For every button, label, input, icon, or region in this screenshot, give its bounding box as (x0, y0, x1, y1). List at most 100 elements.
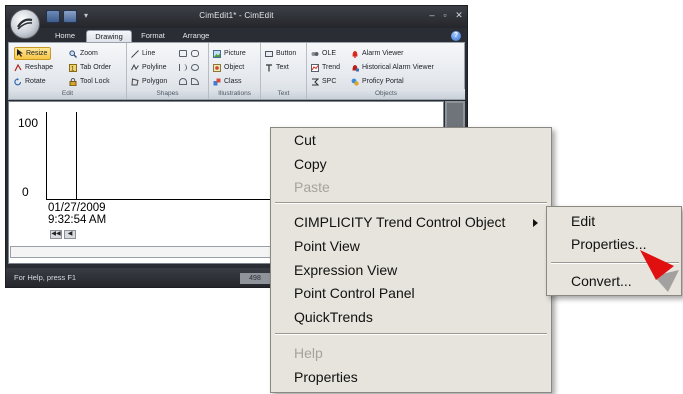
historical-alarm-icon (352, 65, 359, 72)
button-button[interactable]: Button (265, 47, 296, 60)
text-button[interactable]: Text (265, 61, 289, 74)
group-label-text: Text (261, 89, 306, 99)
rotate-label: Rotate (25, 78, 46, 85)
menu-item-copy[interactable]: Copy (294, 156, 327, 172)
chord-icon[interactable] (179, 78, 187, 85)
menu-item-paste: Paste (294, 179, 330, 195)
polygon-button[interactable]: Polygon (131, 75, 167, 88)
menu-separator (275, 333, 547, 335)
ribbon-group-edit: Resize Zoom Reshape 1 Tab Order Rotate T… (9, 43, 127, 99)
alarm-bell-icon (352, 51, 358, 58)
line-label: Line (142, 50, 156, 57)
trend-control-object[interactable]: 100 0 01/27/2009 9:32:54 AM ◀◀ ◀ (16, 110, 286, 245)
zoom-button[interactable]: Zoom (69, 47, 98, 60)
historical-alarm-viewer-label: Historical Alarm Viewer (362, 64, 434, 71)
ole-label: OLE (322, 50, 337, 57)
tab-arrange[interactable]: Arrange (178, 30, 214, 42)
trend-y-max-label: 100 (18, 116, 39, 130)
rectangle-icon[interactable] (179, 50, 187, 57)
tool-lock-button[interactable]: Tool Lock (69, 75, 110, 88)
pie-shape-icon[interactable] (191, 78, 199, 85)
class-label: Class (224, 78, 242, 85)
ribbon-group-objects: OLE Alarm Viewer Trend Historical Alarm … (307, 43, 465, 99)
menu-item-trend-control-object[interactable]: CIMPLICITY Trend Control Object (294, 214, 505, 230)
polyline-icon (131, 64, 139, 71)
trend-chart-icon (311, 64, 319, 72)
minimize-button[interactable]: – (426, 10, 438, 21)
text-tool-icon (266, 64, 272, 72)
magnifier-icon (69, 50, 77, 58)
resize-button[interactable]: Resize (14, 47, 52, 60)
menu-item-point-view[interactable]: Point View (294, 238, 360, 254)
spc-label: SPC (322, 78, 337, 85)
ribbon: Resize Zoom Reshape 1 Tab Order Rotate T… (8, 42, 465, 100)
submenu-item-edit[interactable]: Edit (571, 213, 595, 229)
ribbon-group-illustrations: Picture Object Class Illustrations (209, 43, 261, 99)
object-button[interactable]: Object (213, 61, 244, 74)
proficy-portal-button[interactable]: Proficy Portal (351, 75, 404, 88)
status-indicator: 498 (240, 273, 270, 284)
menu-item-expression-view[interactable]: Expression View (294, 262, 397, 278)
rotate-button[interactable]: Rotate (14, 75, 46, 88)
submenu-item-convert[interactable]: Convert... (571, 273, 632, 289)
tab-format[interactable]: Format (138, 30, 168, 42)
context-menu: Cut Copy Paste CIMPLICITY Trend Control … (270, 127, 552, 393)
ole-icon (311, 52, 319, 56)
menu-item-properties[interactable]: Properties (294, 369, 358, 385)
pointer-icon (17, 49, 23, 57)
trend-button[interactable]: Trend (311, 61, 340, 74)
ribbon-group-text: Button Text Text (261, 43, 307, 99)
trend-date-label: 01/27/2009 (48, 202, 106, 214)
help-icon[interactable]: ? (451, 31, 461, 41)
polygon-icon (131, 78, 139, 86)
polyline-button[interactable]: Polyline (131, 61, 167, 74)
polygon-label: Polygon (142, 78, 168, 85)
spc-icon (312, 78, 319, 86)
zoom-label: Zoom (80, 50, 98, 57)
screenshot-stage: ▾ CimEdit1* - CimEdit – ▫ ✕ Home Drawing… (0, 0, 683, 394)
close-button[interactable]: ✕ (453, 10, 465, 21)
trend-y-min-label: 0 (22, 185, 29, 199)
rounded-rectangle-icon[interactable] (191, 50, 199, 57)
submenu-arrow-icon (533, 219, 538, 227)
reshape-button[interactable]: Reshape (14, 61, 53, 74)
trend-label: Trend (322, 64, 341, 71)
object-icon (213, 64, 221, 72)
status-text: For Help, press F1 (14, 273, 77, 282)
ole-button[interactable]: OLE (311, 47, 336, 60)
object-label: Object (224, 64, 245, 71)
trend-plot-area (46, 112, 276, 200)
ellipse-icon[interactable] (191, 64, 199, 71)
group-label-edit: Edit (9, 89, 126, 99)
ribbon-group-shapes: Line Polyline Polygon Shapes (127, 43, 209, 99)
button-label: Button (276, 50, 297, 57)
trend-time-cursor[interactable] (76, 112, 77, 200)
horizontal-scrollbar[interactable] (10, 246, 278, 258)
tool-lock-label: Tool Lock (80, 78, 110, 85)
tab-drawing[interactable]: Drawing (86, 30, 132, 42)
tab-home[interactable]: Home (50, 30, 80, 42)
picture-label: Picture (224, 50, 246, 57)
menu-item-quicktrends[interactable]: QuickTrends (294, 309, 373, 325)
historical-alarm-viewer-button[interactable]: Historical Alarm Viewer (351, 61, 434, 74)
menu-separator (275, 202, 547, 204)
menu-item-cut[interactable]: Cut (294, 132, 316, 148)
class-button[interactable]: Class (213, 75, 242, 88)
menu-item-point-control-panel[interactable]: Point Control Panel (294, 285, 415, 301)
alarm-viewer-button[interactable]: Alarm Viewer (351, 47, 404, 60)
trend-scroll-back-button[interactable]: ◀ (64, 230, 76, 239)
line-button[interactable]: Line (131, 47, 155, 60)
arc-icon[interactable] (179, 64, 187, 71)
spc-button[interactable]: SPC (311, 75, 336, 88)
picture-icon (213, 50, 221, 58)
reshape-icon (14, 64, 22, 72)
ribbon-tab-row: Home Drawing Format Arrange ? (6, 28, 467, 42)
tab-order-icon: 1 (69, 64, 77, 72)
portal-icon (351, 78, 359, 86)
tab-order-button[interactable]: 1 Tab Order (69, 61, 111, 74)
maximize-button[interactable]: ▫ (439, 10, 451, 21)
trend-time-label: 9:32:54 AM (48, 214, 107, 226)
application-menu-button[interactable] (10, 9, 40, 39)
picture-button[interactable]: Picture (213, 47, 246, 60)
trend-scroll-first-button[interactable]: ◀◀ (50, 230, 62, 239)
